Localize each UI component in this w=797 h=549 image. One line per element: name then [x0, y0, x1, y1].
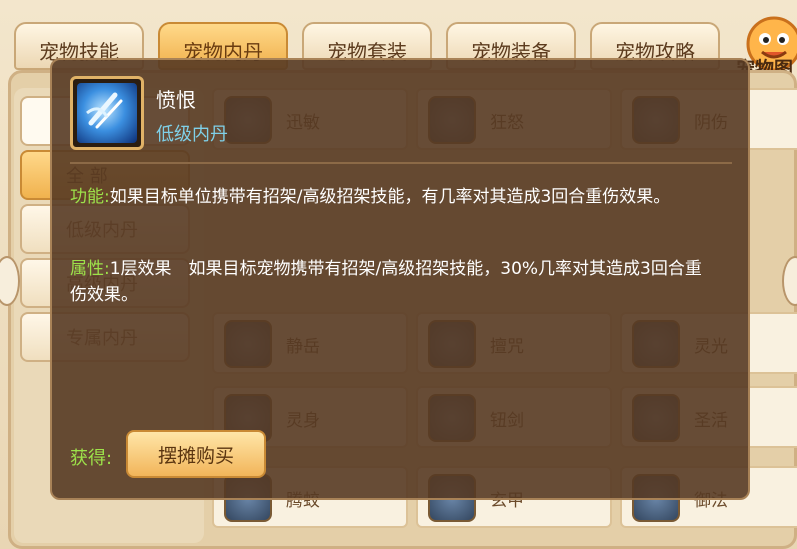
function-row: 功能:如果目标单位携带有招架/高级招架技能，有几率对其造成3回合重伤效果。: [70, 184, 710, 210]
game-screen: 宠物技能 宠物内丹 宠物套装 宠物装备 宠物攻略 宠物图 全 部 低级内丹 高级…: [0, 0, 797, 549]
stall-buy-button[interactable]: 摆摊购买: [126, 430, 266, 478]
pill-tooltip: 愤恨 低级内丹 功能:如果目标单位携带有招架/高级招架技能，有几率对其造成3回合…: [50, 58, 750, 500]
pill-detail-icon: [70, 76, 144, 150]
attribute-row: 属性:1层效果 如果目标宠物携带有招架/高级招架技能，30%几率对其造成3回合重…: [70, 256, 710, 308]
function-text: 如果目标单位携带有招架/高级招架技能，有几率对其造成3回合重伤效果。: [109, 187, 671, 207]
obtain-label: 获得:: [70, 448, 113, 469]
divider: [70, 162, 732, 164]
pill-title: 愤恨: [156, 88, 196, 112]
attribute-label: 属性:: [70, 259, 110, 279]
function-label: 功能:: [70, 187, 110, 207]
pill-grade: 低级内丹: [156, 124, 228, 145]
attribute-text: 1层效果 如果目标宠物携带有招架/高级招架技能，30%几率对其造成3回合重伤效果…: [70, 259, 702, 305]
